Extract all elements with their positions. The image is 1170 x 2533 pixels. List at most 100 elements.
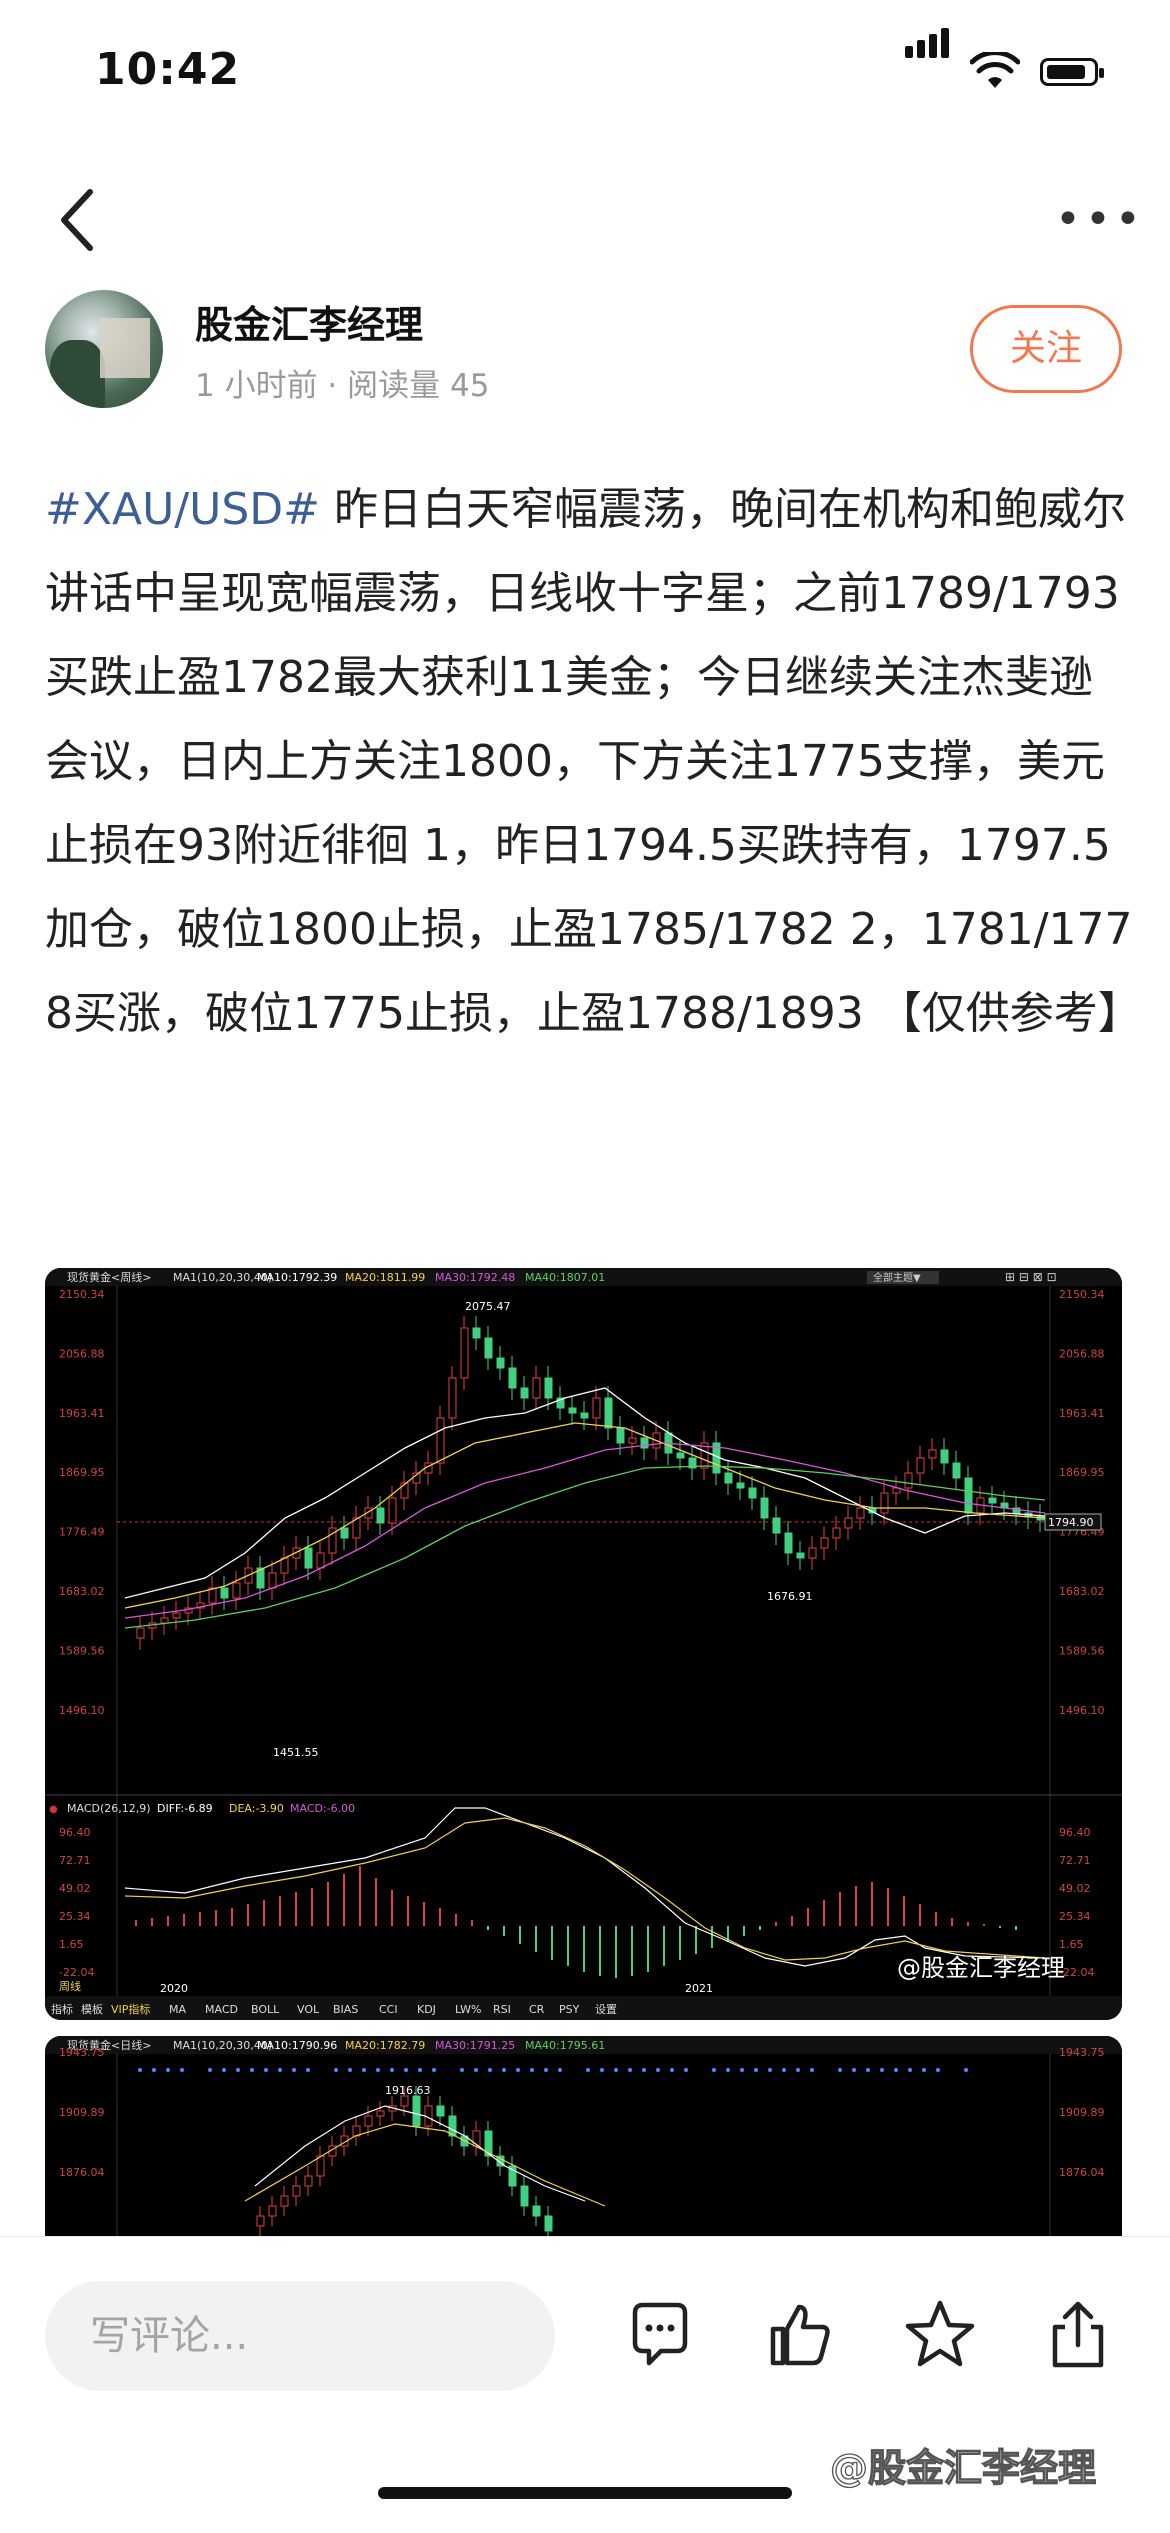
signal-dot — [670, 2068, 674, 2072]
candle-body — [604, 1397, 613, 1429]
candle-body — [304, 1547, 313, 1569]
share-icon[interactable] — [1043, 2295, 1113, 2375]
price-tick-right: 1589.56 — [1059, 1644, 1105, 1657]
macd-bar — [519, 1926, 521, 1944]
macd-bar — [295, 1892, 297, 1926]
candle-body — [844, 1517, 853, 1529]
signal-dot — [474, 2068, 478, 2072]
signal-dot — [544, 2068, 548, 2072]
candle-body — [748, 1487, 757, 1499]
chart-image-daily[interactable]: 现货黄金<日线> MA1(10,20,30,40) MA10:1790.96 M… — [45, 2036, 1122, 2236]
macd-bar — [919, 1904, 921, 1926]
chart2-price-tick-right: 1909.89 — [1059, 2106, 1105, 2119]
candle-body — [880, 1492, 889, 1514]
chart-image-weekly[interactable]: 现货黄金<周线> MA1(10,20,30,40) MA10:1792.39 M… — [45, 1268, 1122, 2020]
candle-body — [952, 1462, 961, 1479]
chart2-candle-body — [268, 2205, 277, 2217]
indicator-tab[interactable]: KDJ — [417, 2003, 436, 2016]
indicator-tab[interactable]: BOLL — [251, 2003, 280, 2016]
candle-body — [760, 1497, 769, 1519]
macd-bar — [583, 1926, 585, 1972]
hashtag-link[interactable]: #XAU/USD# — [45, 484, 320, 535]
indicator-tab[interactable]: VOL — [297, 2003, 320, 2016]
macd-bar — [823, 1900, 825, 1926]
signal-dot — [656, 2068, 660, 2072]
indicator-tab[interactable]: LW% — [455, 2003, 481, 2016]
signal-dot — [908, 2068, 912, 2072]
candle-body — [508, 1367, 517, 1389]
indicator-tab[interactable]: CR — [529, 2003, 545, 2016]
candle-body — [280, 1557, 289, 1574]
macd-bar — [391, 1890, 393, 1926]
indicator-tab[interactable]: MACD — [205, 2003, 238, 2016]
indicator-tab[interactable]: 指标 — [51, 2002, 73, 2016]
back-icon[interactable] — [50, 180, 110, 260]
post-text: 昨日白天窄幅震荡，晚间在机构和鲍威尔讲话中呈现宽幅震荡，日线收十字星；之前178… — [45, 484, 1142, 1039]
macd-bar — [311, 1888, 313, 1926]
chart2-price-tick-right: 1943.75 — [1059, 2046, 1105, 2059]
signal-dot — [432, 2068, 436, 2072]
signal-dot — [852, 2068, 856, 2072]
price-tick-left: 1776.49 — [59, 1526, 105, 1539]
indicator-tab[interactable]: VIP指标 — [111, 2002, 150, 2016]
year-label-2020: 2020 — [160, 1982, 188, 1995]
indicator-tab[interactable]: CCI — [379, 2003, 398, 2016]
candle-body — [496, 1357, 505, 1369]
indicator-tab[interactable]: 设置 — [595, 2003, 617, 2016]
follow-button[interactable]: 关注 — [970, 305, 1122, 393]
price-tick-left: 1963.41 — [59, 1407, 105, 1420]
indicator-tabs[interactable]: 指标 模板 VIP指标 MA MACD BOLL VOL BIAS CCI KDJ LW% RSI CR… — [51, 2002, 617, 2016]
candle-body — [436, 1417, 445, 1464]
chart-toolbar-icons[interactable]: ⊞ ⊟ ⊠ ⊡ — [1005, 1270, 1057, 1284]
signal-dot — [208, 2068, 212, 2072]
chart2-candle-body — [412, 2095, 421, 2127]
indicator-tab[interactable]: BIAS — [333, 2003, 358, 2016]
macd-bar — [375, 1878, 377, 1926]
price-tick-right: 1496.10 — [1059, 1704, 1105, 1717]
macd-bar — [1015, 1926, 1017, 1930]
author-name[interactable]: 股金汇李经理 — [195, 294, 423, 349]
candle-body — [832, 1527, 841, 1539]
indicator-tab[interactable]: 模板 — [81, 2002, 103, 2016]
candle-body — [472, 1327, 481, 1339]
price-tick-left: 2056.88 — [59, 1347, 105, 1360]
avatar[interactable] — [45, 290, 163, 408]
ma40-value: MA40:1807.01 — [525, 1271, 605, 1284]
macd-bar — [679, 1926, 681, 1960]
indicator-tab[interactable]: PSY — [559, 2003, 580, 2016]
macd-tick-right: 96.40 — [1059, 1826, 1091, 1839]
candle-body — [856, 1507, 865, 1519]
candle-body — [808, 1547, 817, 1559]
comment-input[interactable]: 写评论... — [45, 2281, 555, 2391]
signal-dot — [264, 2068, 268, 2072]
indicator-tab[interactable]: MA — [169, 2003, 186, 2016]
macd-bar — [695, 1926, 697, 1954]
favorite-star-icon[interactable] — [905, 2295, 975, 2375]
chart2-price-tick-left: 1876.04 — [59, 2166, 105, 2179]
signal-dot — [936, 2068, 940, 2072]
indicator-tab[interactable]: RSI — [493, 2003, 511, 2016]
current-price-label: 1794.90 — [1048, 1516, 1094, 1529]
chart2-ma20: MA20:1782.79 — [345, 2039, 425, 2052]
macd-tick-left: 25.34 — [59, 1910, 91, 1923]
macd-bar — [247, 1904, 249, 1926]
like-icon[interactable] — [765, 2295, 835, 2375]
signal-dot — [180, 2068, 184, 2072]
candle-body — [400, 1482, 409, 1499]
comment-icon[interactable] — [625, 2295, 695, 2375]
price-tick-left: 1496.10 — [59, 1704, 105, 1717]
more-options-icon[interactable]: ••• — [1055, 198, 1141, 242]
macd-bar — [631, 1926, 633, 1976]
signal-dot — [222, 2068, 226, 2072]
candle-body — [448, 1377, 457, 1419]
price-tick-right: 2150.34 — [1059, 1288, 1105, 1301]
candle-body — [580, 1412, 589, 1419]
signal-dot — [460, 2068, 464, 2072]
macd-bar — [535, 1926, 537, 1952]
macd-bar — [151, 1918, 153, 1926]
chart2-candle-body — [256, 2215, 265, 2227]
chart-watermark: @股金汇李经理 — [897, 1954, 1065, 1982]
signal-dot — [642, 2068, 646, 2072]
macd-bar — [551, 1926, 553, 1960]
chart2-candle-body — [304, 2175, 313, 2187]
